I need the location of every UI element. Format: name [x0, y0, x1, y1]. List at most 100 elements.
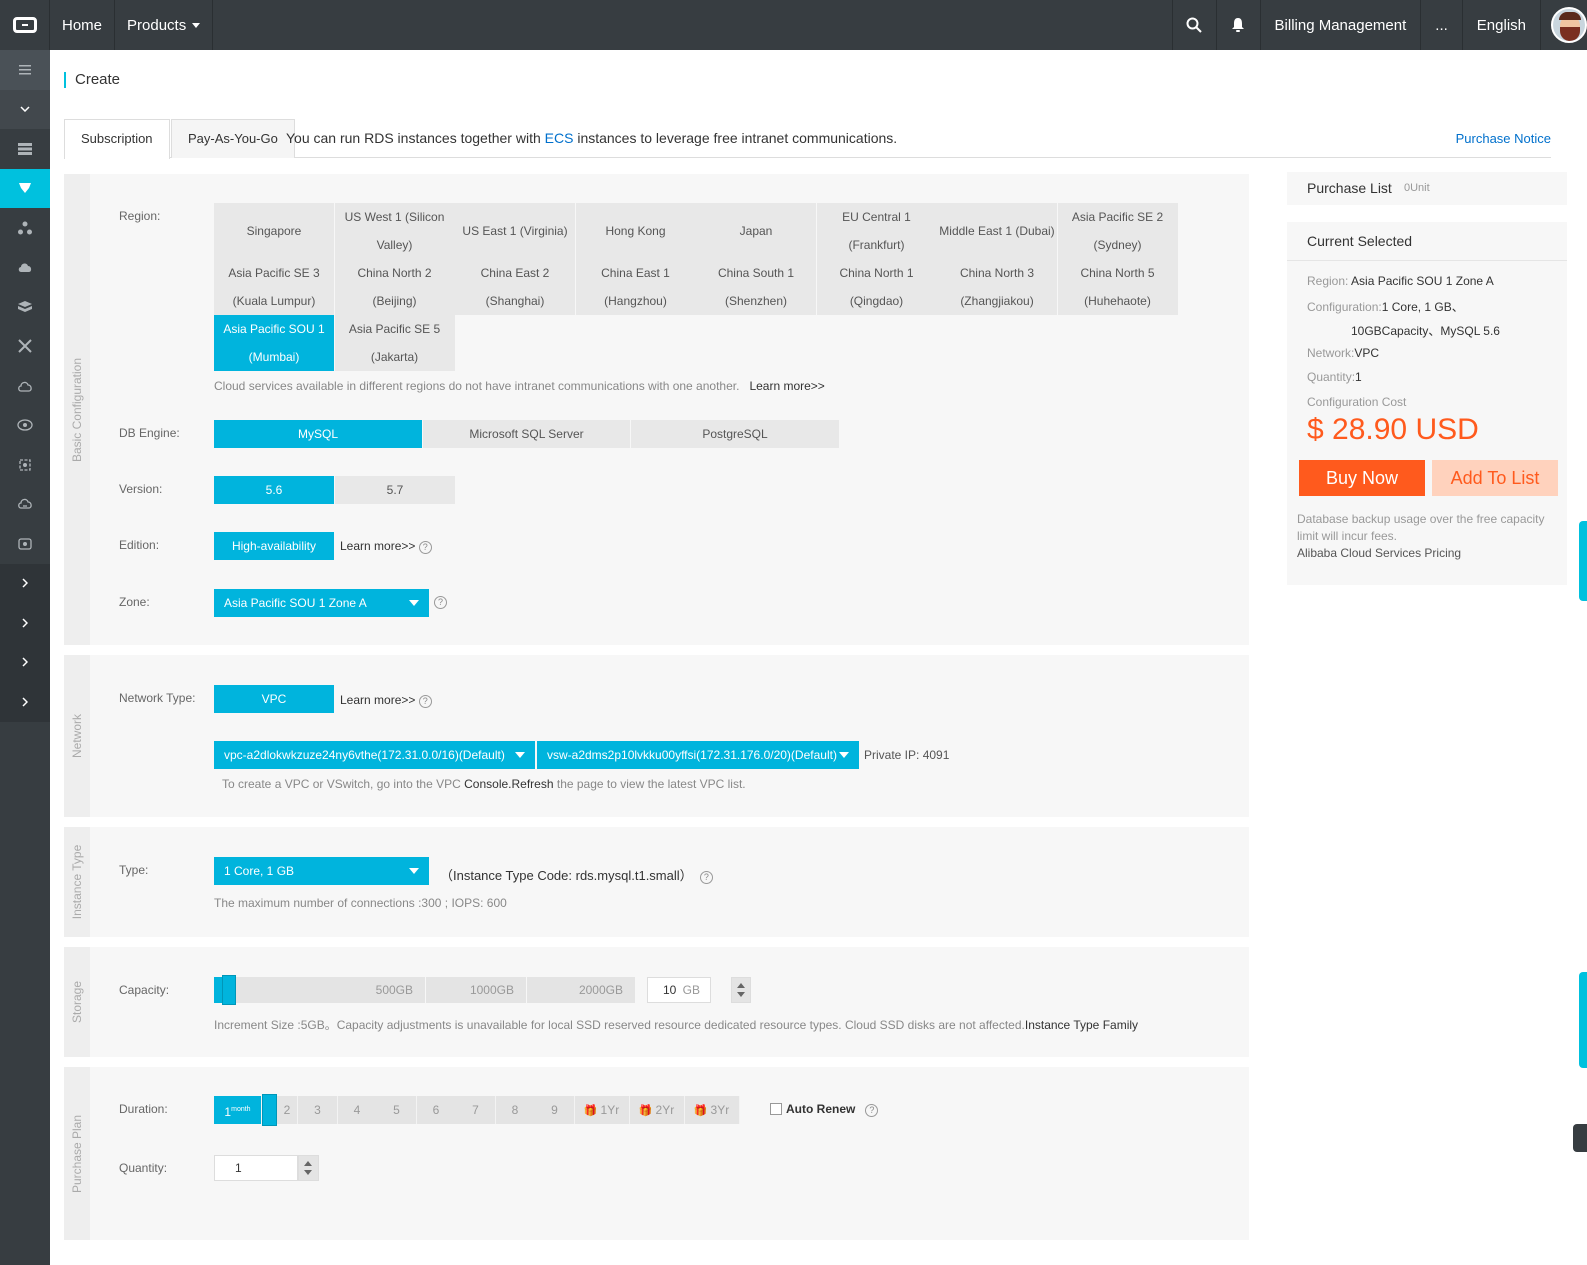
sidebar-item-monitor[interactable]	[0, 406, 50, 446]
help-icon[interactable]: ?	[434, 596, 447, 609]
capacity-stepper[interactable]	[731, 977, 751, 1003]
refresh-link[interactable]: Refresh	[512, 777, 554, 791]
instance-type-select[interactable]: 1 Core, 1 GB	[214, 857, 429, 885]
more-menu[interactable]: ...	[1420, 0, 1462, 50]
edition-high-availability[interactable]: High-availability	[214, 532, 334, 560]
version-5-7[interactable]: 5.7	[335, 476, 455, 504]
region-option[interactable]: Asia Pacific SOU 1 (Mumbai)	[214, 315, 334, 371]
vswitch-select[interactable]: vsw-a2dms2p10lvkku00yffsi(172.31.176.0/2…	[537, 741, 859, 769]
zone-select[interactable]: Asia Pacific SOU 1 Zone A	[214, 589, 429, 617]
duration-yearly-option[interactable]: 🎁 1Yr	[574, 1096, 630, 1124]
language-selector[interactable]: English	[1461, 0, 1540, 50]
region-option[interactable]: Japan	[696, 203, 816, 259]
sidebar-item-tools[interactable]	[0, 327, 50, 367]
sidebar-item-cloud-upload[interactable]	[0, 248, 50, 288]
stepper-up-icon[interactable]	[737, 983, 745, 988]
region-option[interactable]: China East 2 (Shanghai)	[455, 259, 575, 315]
sidebar-expand-2[interactable]	[0, 603, 50, 643]
help-icon[interactable]: ?	[699, 871, 713, 884]
region-option[interactable]: China North 3 (Zhangjiakou)	[937, 259, 1057, 315]
vpc-select[interactable]: vpc-a2dlokwkzuze24ny6vthe(172.31.0.0/16)…	[214, 741, 535, 769]
edition-learn-more-link[interactable]: Learn more>>	[340, 539, 415, 553]
instance-type-family-link[interactable]: Instance Type Family	[1025, 1018, 1138, 1032]
nav-home[interactable]: Home	[50, 0, 116, 50]
billing-management-link[interactable]: Billing Management	[1259, 0, 1421, 50]
notifications-button[interactable]	[1215, 0, 1260, 50]
duration-option[interactable]: 3	[298, 1096, 338, 1124]
sidebar-item-cloud[interactable]	[0, 366, 50, 406]
region-option[interactable]: Middle East 1 (Dubai)	[937, 203, 1057, 259]
auto-renew[interactable]: Auto Renew ?	[770, 1102, 879, 1117]
sidebar-item-storage[interactable]	[0, 287, 50, 327]
region-option[interactable]: China South 1 (Shenzhen)	[696, 259, 816, 315]
region-option[interactable]: Asia Pacific SE 5 (Jakarta)	[334, 315, 455, 371]
region-learn-more-link[interactable]: Learn more>>	[749, 379, 824, 393]
sidebar-expand-4[interactable]	[0, 682, 50, 722]
duration-option[interactable]: 9	[535, 1096, 575, 1124]
capacity-input[interactable]: 10 GB	[647, 977, 711, 1003]
db-engine-sqlserver[interactable]: Microsoft SQL Server	[423, 420, 630, 448]
sidebar-item-settings[interactable]	[0, 445, 50, 485]
search-button[interactable]	[1171, 0, 1216, 50]
sidebar-collapse[interactable]	[0, 89, 50, 129]
help-icon[interactable]: ?	[418, 541, 432, 554]
sidebar-item-security[interactable]	[0, 524, 50, 564]
nav-products[interactable]: Products	[115, 0, 214, 50]
side-float-tab[interactable]	[1579, 972, 1587, 1068]
sidebar-item-rds[interactable]	[0, 168, 50, 208]
tab-subscription[interactable]: Subscription	[64, 119, 170, 159]
sidebar-expand-3[interactable]	[0, 643, 50, 683]
stepper-down-icon[interactable]	[737, 992, 745, 997]
alibaba-cloud-logo[interactable]	[0, 0, 50, 50]
tab-pay-as-you-go[interactable]: Pay-As-You-Go	[171, 119, 295, 158]
region-option[interactable]: China North 2 (Beijing)	[334, 259, 455, 315]
network-type-vpc[interactable]: VPC	[214, 685, 334, 713]
region-option[interactable]: US East 1 (Virginia)	[455, 203, 575, 259]
purchase-notice-link[interactable]: Purchase Notice	[1456, 131, 1551, 146]
duration-yearly-option[interactable]: 🎁 3Yr	[684, 1096, 740, 1124]
region-option[interactable]: Singapore	[214, 203, 334, 259]
region-option[interactable]: Asia Pacific SE 2 (Sydney)	[1057, 203, 1178, 259]
buy-now-button[interactable]: Buy Now	[1299, 460, 1425, 496]
region-option[interactable]: Asia Pacific SE 3 (Kuala Lumpur)	[214, 259, 334, 315]
sidebar-toggle[interactable]	[0, 50, 50, 90]
region-option[interactable]: China North 5 (Huhehaote)	[1057, 259, 1178, 315]
region-option[interactable]: China North 1 (Qingdao)	[816, 259, 937, 315]
region-option[interactable]: EU Central 1 (Frankfurt)	[816, 203, 937, 259]
duration-1-month[interactable]: 1month	[214, 1096, 262, 1124]
help-icon[interactable]: ?	[418, 695, 432, 708]
add-to-list-button[interactable]: Add To List	[1432, 460, 1558, 496]
stepper-up-icon[interactable]	[304, 1161, 312, 1166]
duration-yearly-option[interactable]: 🎁 2Yr	[629, 1096, 685, 1124]
duration-option[interactable]: 2	[277, 1096, 298, 1124]
duration-option[interactable]: 4	[337, 1096, 378, 1124]
region-option[interactable]: US West 1 (Silicon Valley)	[334, 203, 455, 259]
capacity-slider[interactable]: 500GB 1000GB 2000GB	[214, 975, 635, 1005]
ecs-link[interactable]: ECS	[545, 130, 574, 146]
feedback-tab[interactable]	[1573, 1124, 1587, 1152]
vpc-console-link[interactable]: Console.	[464, 777, 511, 791]
sidebar-item-servers[interactable]	[0, 129, 50, 169]
pricing-link[interactable]: Alibaba Cloud Services Pricing	[1297, 546, 1461, 560]
auto-renew-checkbox[interactable]	[770, 1103, 782, 1115]
quantity-stepper[interactable]	[298, 1155, 319, 1181]
quantity-input[interactable]: 1	[214, 1155, 298, 1181]
capacity-slider-handle[interactable]	[222, 975, 236, 1005]
duration-option[interactable]: 8	[495, 1096, 536, 1124]
network-learn-more-link[interactable]: Learn more>>	[340, 693, 415, 707]
help-icon[interactable]: ?	[865, 1104, 879, 1117]
side-float-tab[interactable]	[1579, 521, 1587, 601]
duration-slider-handle[interactable]	[262, 1094, 277, 1126]
user-menu[interactable]	[1540, 0, 1587, 50]
region-option[interactable]: Hong Kong	[575, 203, 696, 259]
stepper-down-icon[interactable]	[304, 1170, 312, 1175]
region-option[interactable]: China East 1 (Hangzhou)	[575, 259, 696, 315]
duration-option[interactable]: 7	[456, 1096, 496, 1124]
db-engine-postgresql[interactable]: PostgreSQL	[631, 420, 839, 448]
version-5-6[interactable]: 5.6	[214, 476, 334, 504]
duration-option[interactable]: 6	[416, 1096, 457, 1124]
sidebar-expand-1[interactable]	[0, 564, 50, 604]
duration-option[interactable]: 5	[377, 1096, 417, 1124]
sidebar-item-cloud-sync[interactable]	[0, 485, 50, 525]
db-engine-mysql[interactable]: MySQL	[214, 420, 422, 448]
